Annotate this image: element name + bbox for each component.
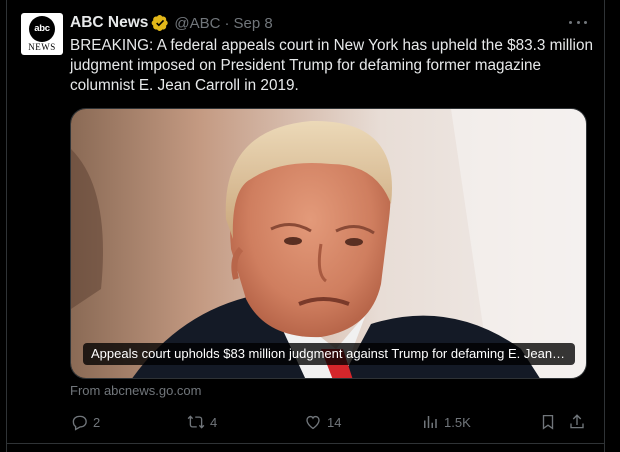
avatar[interactable]: abc NEWS bbox=[21, 13, 63, 55]
author-name[interactable]: ABC News bbox=[70, 14, 148, 32]
repost-count: 4 bbox=[210, 414, 218, 430]
post-header: ABC News @ABC · Sep 8 bbox=[70, 13, 273, 33]
abc-logo-text: abc bbox=[29, 16, 55, 42]
post-date[interactable]: Sep 8 bbox=[233, 15, 272, 32]
verified-badge-icon[interactable] bbox=[151, 14, 169, 32]
repost-button[interactable]: 4 bbox=[187, 412, 217, 432]
post-text: BREAKING: A federal appeals court in New… bbox=[70, 37, 593, 94]
share-icon bbox=[570, 414, 584, 429]
repost-icon bbox=[187, 415, 205, 429]
post-frame: abc NEWS ABC News @ABC · Sep 8 BREAKING:… bbox=[0, 0, 620, 452]
views-icon bbox=[424, 416, 437, 428]
post-divider bbox=[6, 443, 605, 444]
action-bar: 2 4 14 1.5K bbox=[70, 412, 590, 432]
bookmark-icon bbox=[542, 414, 554, 430]
separator-dot: · bbox=[224, 14, 230, 32]
abc-logo-subtext: NEWS bbox=[28, 42, 56, 52]
reply-icon bbox=[72, 415, 87, 431]
more-icon[interactable] bbox=[568, 14, 588, 30]
like-button[interactable]: 14 bbox=[304, 412, 341, 432]
views-button[interactable]: 1.5K bbox=[421, 412, 471, 432]
link-card[interactable]: Appeals court upholds $83 million judgme… bbox=[70, 108, 587, 379]
share-button[interactable] bbox=[568, 412, 586, 432]
bookmark-button[interactable] bbox=[539, 412, 557, 432]
reply-count: 2 bbox=[93, 414, 101, 430]
column-divider-right bbox=[604, 0, 605, 452]
card-source[interactable]: From abcnews.go.com bbox=[70, 383, 202, 398]
heart-icon bbox=[306, 415, 320, 430]
card-headline: Appeals court upholds $83 million judgme… bbox=[83, 343, 575, 365]
column-divider-left bbox=[6, 0, 7, 452]
card-photo bbox=[71, 109, 586, 378]
reply-button[interactable]: 2 bbox=[70, 412, 100, 432]
like-count: 14 bbox=[327, 414, 342, 430]
views-count: 1.5K bbox=[444, 414, 471, 430]
author-handle[interactable]: @ABC bbox=[174, 15, 220, 32]
